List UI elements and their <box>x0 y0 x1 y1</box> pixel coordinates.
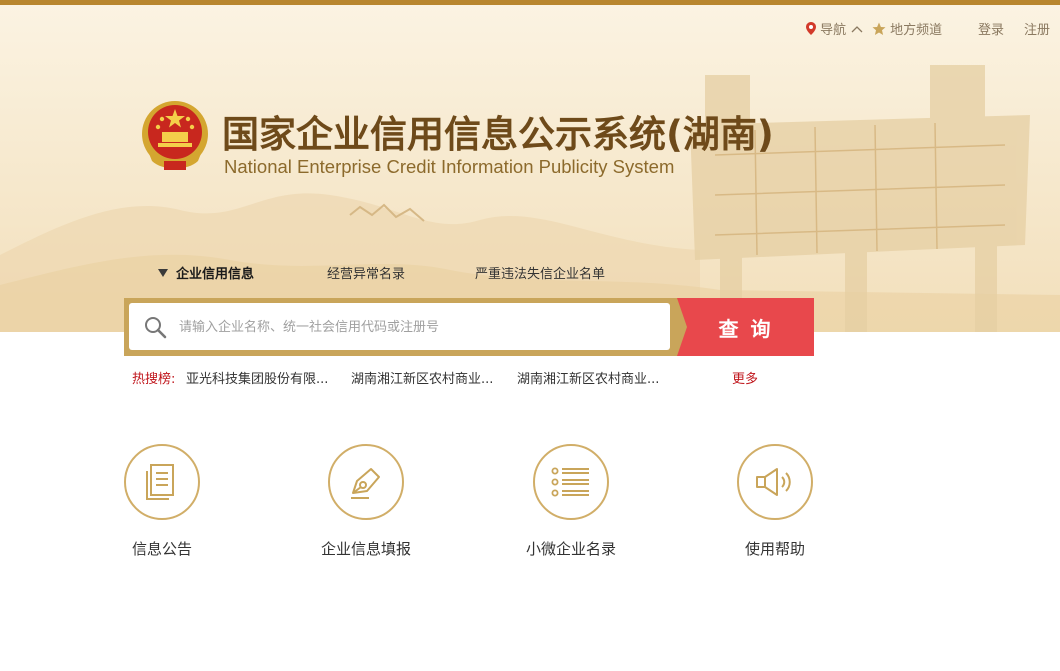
feature-info-announcement[interactable]: 信息公告 <box>92 444 232 559</box>
tab-serious-violation[interactable]: 严重违法失信企业名单 <box>475 263 605 282</box>
feature-label: 信息公告 <box>131 540 192 558</box>
region-channel-label: 地方频道 <box>890 23 943 38</box>
feature-small-micro-directory[interactable]: 小微企业名录 <box>501 444 641 559</box>
login-link[interactable]: 登录 <box>978 19 1004 38</box>
tab-enterprise-credit[interactable]: 企业信用信息 <box>158 263 254 282</box>
list-icon <box>551 467 589 497</box>
search-input-wrapper <box>129 303 670 350</box>
feature-enterprise-report[interactable]: 企业信息填报 <box>296 444 436 559</box>
hot-search-item[interactable]: 亚光科技集团股份有限... <box>186 368 328 387</box>
chevron-up-icon <box>851 26 863 33</box>
search-button[interactable]: 查询 <box>677 298 814 356</box>
document-icon <box>146 464 174 500</box>
megaphone-icon <box>756 468 791 496</box>
register-link[interactable]: 注册 <box>1024 19 1050 38</box>
search-button-notch <box>677 298 687 356</box>
feature-label: 企业信息填报 <box>320 540 411 558</box>
nav-menu[interactable]: 导航 <box>806 19 864 38</box>
hot-search-label: 热搜榜: <box>132 372 176 387</box>
nav-label: 导航 <box>820 23 847 38</box>
feature-help[interactable]: 使用帮助 <box>705 444 845 559</box>
search-icon <box>145 317 167 339</box>
hot-search-more-link[interactable]: 更多 <box>732 368 758 387</box>
search-box <box>124 298 677 356</box>
hot-search-item[interactable]: 湖南湘江新区农村商业... <box>351 368 493 387</box>
tab-abnormal-operation[interactable]: 经营异常名录 <box>327 263 405 282</box>
pen-nib-icon <box>351 468 380 499</box>
triangle-down-icon <box>158 269 168 277</box>
site-title-cn: 国家企业信用信息公示系统(湖南) <box>222 113 774 156</box>
site-title-en: National Enterprise Credit Information P… <box>224 156 675 177</box>
location-pin-icon <box>806 22 816 35</box>
national-emblem-logo <box>142 101 208 170</box>
feature-label: 小微企业名录 <box>525 540 616 558</box>
star-icon <box>872 22 886 35</box>
bronze-ding-illustration <box>690 65 1030 332</box>
tab-label: 企业信用信息 <box>176 267 255 282</box>
feature-icon-circle <box>124 444 200 520</box>
feature-icon-circle <box>328 444 404 520</box>
feature-icon-circle <box>737 444 813 520</box>
feature-label: 使用帮助 <box>744 540 805 558</box>
feature-icon-circle <box>533 444 609 520</box>
hot-search-item[interactable]: 湖南湘江新区农村商业... <box>517 368 659 387</box>
region-channel-link[interactable]: 地方频道 <box>872 19 942 38</box>
search-input[interactable] <box>177 311 661 343</box>
